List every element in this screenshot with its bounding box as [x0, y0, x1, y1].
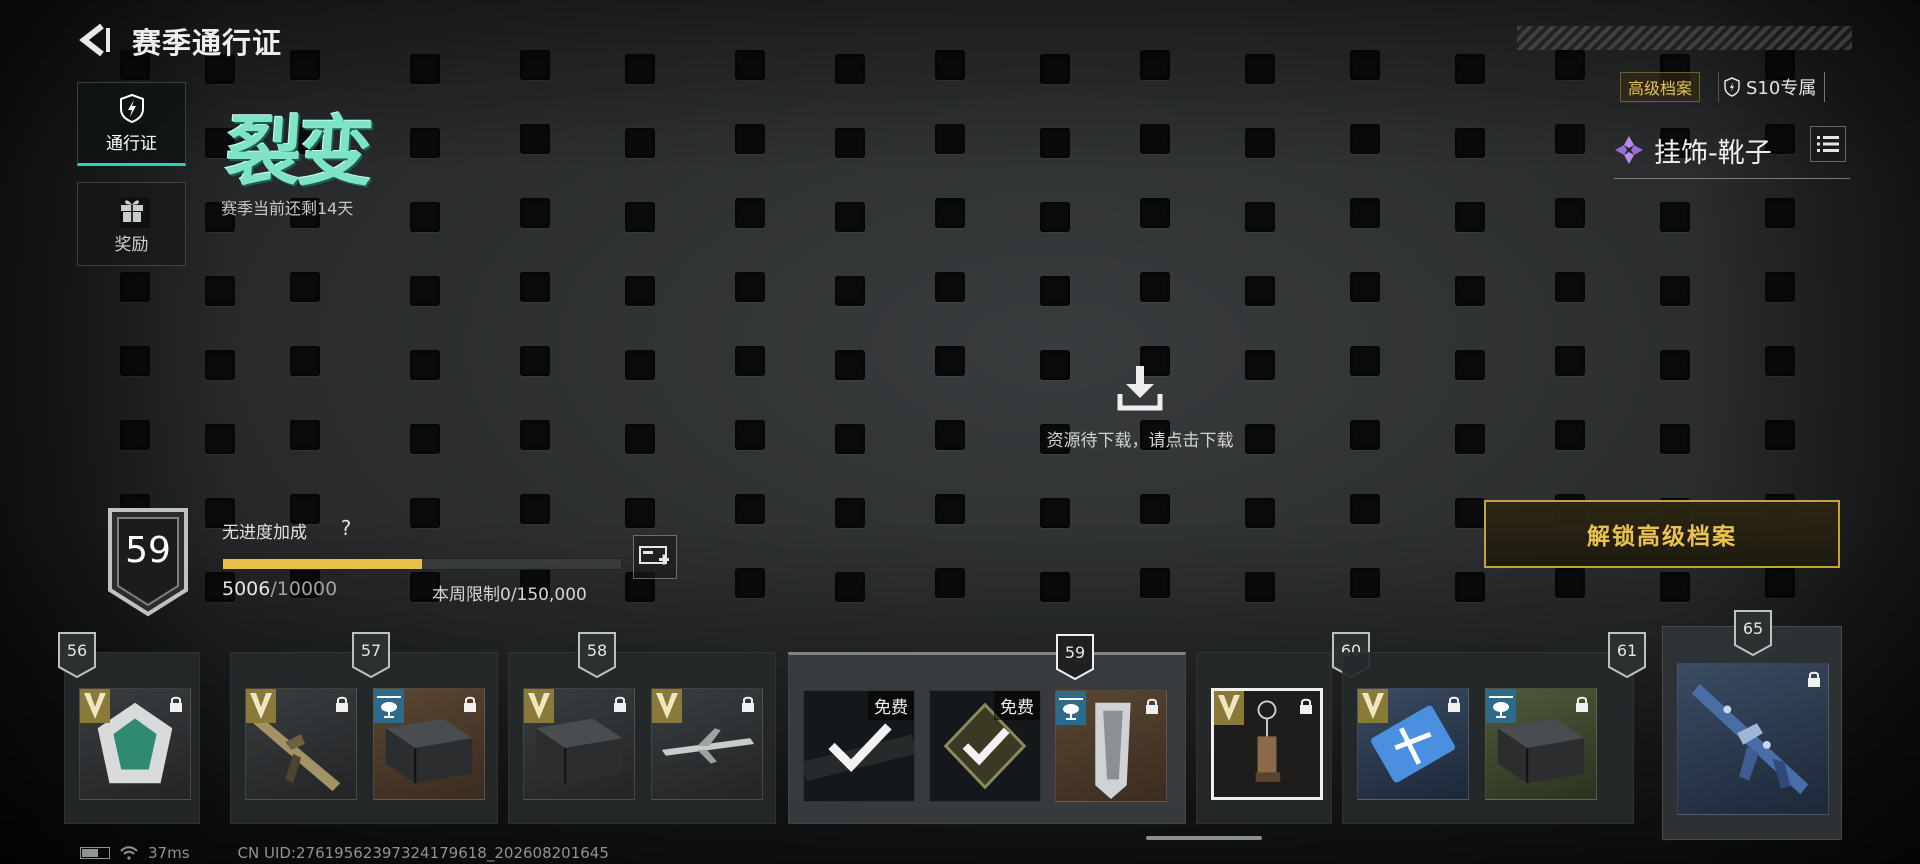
uid-text: CN UID:27619562397324179618_202608201645: [237, 844, 609, 862]
season-remaining-text: 赛季当前还剩14天: [221, 199, 354, 218]
ping-text: 37ms: [148, 844, 190, 862]
reward-item[interactable]: [523, 688, 635, 800]
help-icon[interactable]: ?: [332, 514, 360, 542]
level-tag: 58: [577, 631, 617, 679]
reward-item[interactable]: [245, 688, 357, 800]
lock-icon: [1576, 696, 1588, 712]
category-label: 挂饰-靴子: [1654, 137, 1772, 169]
premium-tier-icon: [1214, 691, 1244, 725]
xp-progress-fill: [223, 559, 423, 569]
xp-counter: 5006/10000: [222, 578, 337, 600]
reward-track[interactable]: 56 57 58 59 免费 免费 60 61: [58, 632, 1646, 840]
lock-icon: [614, 696, 626, 712]
s10-exclusive-tag: S10专属: [1718, 72, 1826, 102]
reward-item[interactable]: [1211, 688, 1323, 800]
level-tag: 65: [1733, 609, 1773, 657]
level-tag: 56: [57, 631, 97, 679]
level-tag: 59: [1055, 633, 1095, 681]
reward-level-60[interactable]: 60: [1196, 632, 1370, 824]
tab-pass[interactable]: 通行证: [77, 82, 186, 166]
resource-download-prompt[interactable]: 资源待下载，请点击下载: [1020, 362, 1260, 451]
xp-max: /10000: [270, 578, 338, 600]
download-icon: [1117, 366, 1163, 411]
lock-icon: [336, 696, 348, 712]
reward-item[interactable]: [79, 688, 191, 800]
tab-rewards-label: 奖励: [114, 234, 149, 255]
reward-level-58[interactable]: 58: [508, 632, 776, 824]
lock-icon: [1808, 671, 1820, 687]
xp-boost-card-icon: [639, 546, 669, 565]
tab-pass-label: 通行证: [106, 133, 157, 154]
back-arrow-icon: [79, 23, 110, 57]
level-tag-number: 56: [66, 641, 88, 660]
premium-tier-icon: [80, 689, 110, 723]
lock-icon: [1146, 698, 1158, 714]
decorative-stripe: [1517, 26, 1852, 50]
lock-icon: [1448, 696, 1460, 712]
reward-level-56[interactable]: 56: [58, 632, 200, 824]
reward-item[interactable]: [1055, 690, 1167, 802]
wifi-icon: [120, 846, 138, 860]
reward-item[interactable]: [1677, 663, 1829, 815]
level-tag-number: 61: [1616, 641, 1638, 660]
reward-item[interactable]: [1357, 688, 1469, 800]
featured-level: 65: [1742, 619, 1764, 638]
premium-tier-icon: [246, 689, 276, 723]
progress-bonus-label: 无进度加成: [222, 523, 307, 543]
premium-tier-icon: [652, 689, 682, 723]
xp-boost-button[interactable]: [633, 535, 677, 579]
battery-icon: [80, 847, 110, 859]
premium-tier-icon: [1358, 689, 1388, 723]
free-tag: 免费: [994, 691, 1040, 720]
premium-tier-icon: [524, 689, 554, 723]
weekly-limit: 本周限制0/150,000: [432, 585, 587, 605]
level-tag: 61: [1607, 631, 1647, 679]
lock-icon: [464, 696, 476, 712]
lock-icon: [170, 696, 182, 712]
helicopter-tier-icon: [1486, 689, 1516, 723]
level-tag-number: 59: [1064, 643, 1086, 662]
list-menu-button[interactable]: [1810, 126, 1846, 162]
helicopter-tier-icon: [374, 689, 404, 723]
page-title: 赛季通行证: [132, 26, 283, 60]
premium-archive-tag: 高级档案: [1620, 72, 1701, 102]
featured-reward[interactable]: 65: [1662, 610, 1842, 840]
level-tag: 57: [351, 631, 391, 679]
category-selector[interactable]: 挂饰-靴子: [1614, 122, 1850, 179]
pass-shield-icon: [119, 93, 144, 123]
level-tag-number: 58: [586, 641, 608, 660]
download-text: 资源待下载，请点击下载: [1046, 431, 1234, 451]
reward-level-61[interactable]: 61: [1342, 632, 1646, 824]
reward-level-59[interactable]: 59 免费 免费: [788, 634, 1186, 824]
level-tag-number: 57: [360, 641, 382, 660]
s10-exclusive-label: S10专属: [1746, 78, 1817, 99]
reward-level-57[interactable]: 57: [230, 632, 498, 824]
unlock-premium-button[interactable]: 解锁高级档案: [1484, 500, 1840, 568]
scroll-indicator[interactable]: [1146, 836, 1262, 840]
lock-icon: [742, 696, 754, 712]
pass-shield-icon: [1724, 77, 1740, 97]
gift-icon: [120, 199, 143, 222]
reward-item[interactable]: [1485, 688, 1597, 800]
list-icon: [1817, 136, 1839, 152]
diamond-gem-icon: [1615, 136, 1643, 164]
reward-item[interactable]: [373, 688, 485, 800]
season-logo: 裂变: [222, 107, 373, 196]
status-bar: 37ms CN UID:27619562397324179618_2026082…: [80, 844, 609, 862]
reward-item[interactable]: [651, 688, 763, 800]
back-button[interactable]: [78, 22, 114, 58]
free-tag: 免费: [868, 691, 914, 720]
xp-progress-bar: [222, 558, 622, 570]
level-number: 59: [125, 530, 171, 571]
reward-item[interactable]: 免费: [929, 690, 1041, 802]
tab-rewards[interactable]: 奖励: [77, 182, 186, 266]
xp-current: 5006: [222, 578, 271, 600]
helicopter-tier-icon: [1056, 691, 1086, 725]
lock-icon: [1300, 698, 1312, 714]
reward-item[interactable]: 免费: [803, 690, 915, 802]
